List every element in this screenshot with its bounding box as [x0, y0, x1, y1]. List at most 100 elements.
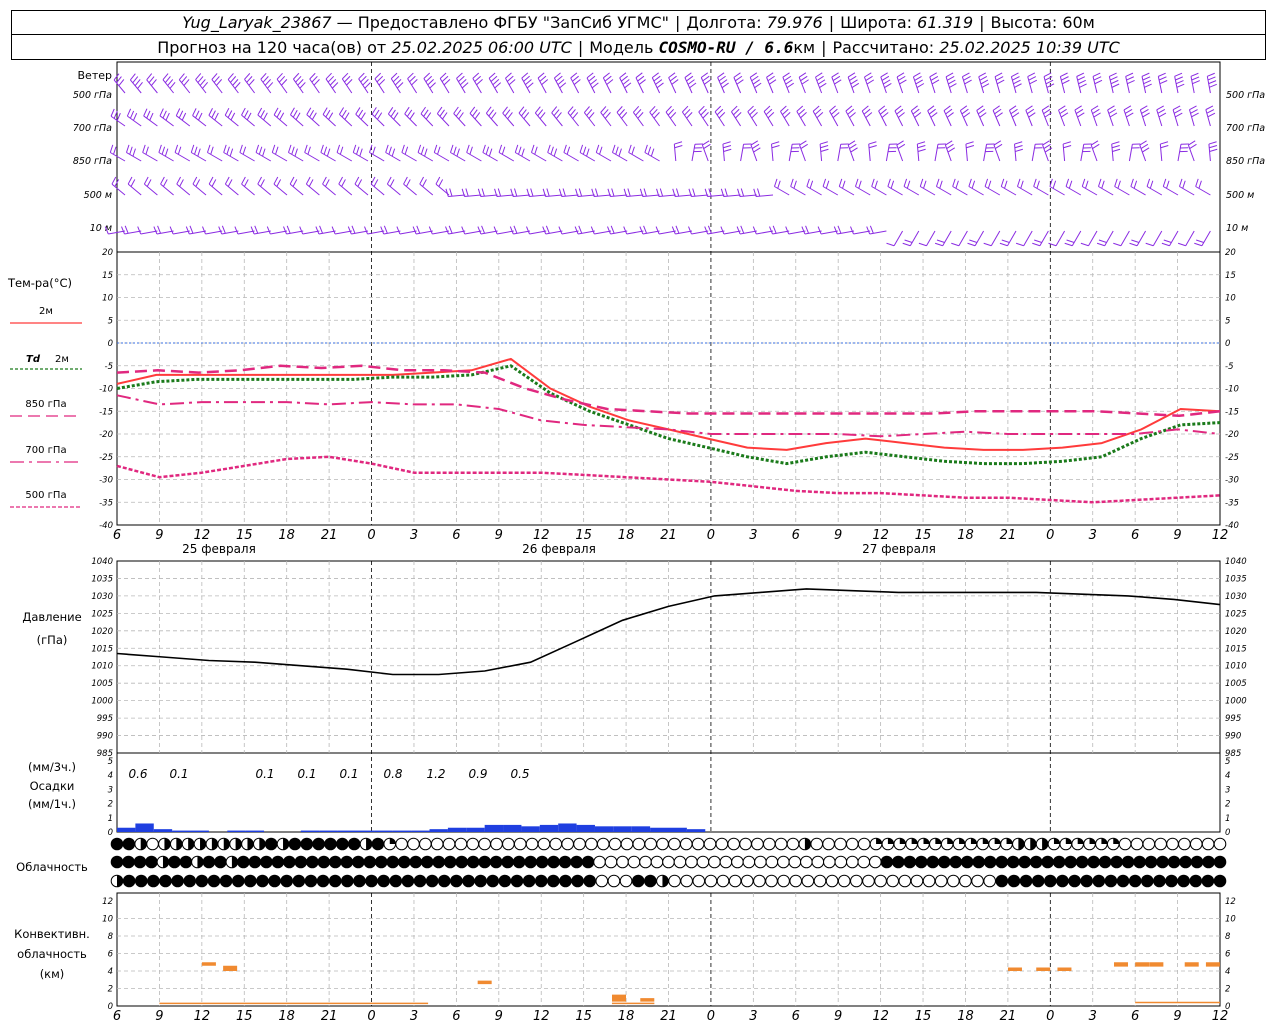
cloud-circle — [857, 855, 871, 869]
cloud-quarter — [947, 838, 954, 844]
pres-tick-right: 1030 — [1225, 592, 1247, 602]
wind-barb-500hpa — [570, 77, 580, 94]
cloud-circle — [524, 855, 537, 869]
cloud-circle — [413, 874, 427, 888]
wind-barb-500m-feather — [438, 179, 444, 187]
cloud-quarter — [935, 838, 942, 844]
cloud-circle — [983, 874, 997, 888]
wind-barb-700hpa-feather — [534, 106, 541, 114]
cloud-symbol — [513, 837, 527, 851]
wind-barb-500m — [952, 186, 968, 196]
precip-bar — [172, 830, 191, 832]
cloud-circle — [914, 855, 928, 869]
wind-barb-500m-feather — [1085, 180, 1089, 189]
wind-barb-700hpa-feather — [669, 112, 677, 119]
wind-barb-10m-feather — [850, 226, 854, 235]
temp-tick-right: -20 — [1225, 430, 1239, 440]
wind-barb-500m-feather — [1162, 178, 1167, 187]
wind-barb-500hpa-feather — [978, 72, 987, 78]
wind-barb-850hpa-feather — [372, 146, 376, 155]
wind-level-left: 10 м — [90, 223, 112, 234]
wind-barb-10m — [909, 230, 920, 246]
wind-barb-850hpa-feather — [1208, 141, 1217, 145]
wind-barb-500hpa-feather — [1012, 76, 1020, 81]
wind-barb-500hpa-feather — [195, 73, 202, 80]
wind-barb-850hpa-feather — [820, 145, 829, 149]
cloud-symbol — [593, 855, 606, 869]
cloud-quarter — [911, 838, 918, 844]
precip-bar — [521, 826, 540, 832]
temp-x-tick: 21 — [660, 528, 677, 543]
wind-barb-850hpa-feather — [1111, 145, 1120, 149]
wind-barb-850hpa-feather — [197, 148, 201, 157]
cloud-symbol — [501, 855, 514, 869]
temp-x-tick: 9 — [1173, 528, 1181, 543]
cloud-symbol — [631, 874, 645, 888]
wind-barb-850hpa-feather — [420, 146, 425, 155]
wind-barb-10m-feather — [558, 226, 563, 235]
pres-tick-left: 995 — [97, 714, 113, 724]
wind-barb-500hpa-feather — [1109, 72, 1117, 77]
wind-barb-500m-feather — [757, 188, 761, 197]
cloud-symbol — [145, 855, 158, 869]
cloud-circle — [662, 855, 675, 869]
cloud-circle — [455, 855, 468, 869]
conv-tick-right: 12 — [1225, 897, 1236, 907]
wind-barb-500hpa-feather — [749, 72, 758, 78]
wind-barb-700hpa-feather — [994, 108, 1002, 115]
wind-barb-700hpa-feather — [1026, 108, 1035, 115]
cloud-symbol — [1068, 874, 1081, 888]
wind-barb-500hpa-feather — [782, 72, 790, 78]
cloud-symbol — [156, 855, 170, 869]
wind-barb-850hpa-feather — [1209, 148, 1218, 152]
cloud-circle — [122, 874, 136, 888]
wind-barb-500hpa-feather — [635, 72, 643, 79]
cloud-symbol — [122, 874, 136, 888]
cloud-circle — [1154, 837, 1167, 851]
wind-barb-500hpa-feather — [1158, 76, 1167, 81]
cloud-symbol — [478, 837, 491, 851]
wind-barb-700hpa-feather — [698, 105, 705, 113]
wind-barb-500m-feather — [987, 180, 992, 189]
wind-barb-10m-feather — [1194, 242, 1203, 247]
wind-barb-500m — [790, 186, 806, 196]
wind-barb-850hpa — [740, 144, 745, 162]
cloud-symbol — [283, 855, 296, 869]
wind-barb-850hpa-feather — [946, 143, 954, 149]
wind-barb-700hpa-feather — [474, 112, 481, 120]
cloud-symbol — [834, 837, 847, 851]
cloud-circle — [571, 874, 584, 888]
wind-barb-500hpa-feather — [1175, 76, 1183, 81]
wind-barb-700hpa — [175, 115, 191, 127]
wind-barb-500hpa-feather — [458, 75, 465, 82]
wind-barb-700hpa-feather — [930, 112, 938, 118]
cloud-circle — [639, 855, 652, 869]
wind-barb-10m-feather — [1131, 239, 1140, 243]
cloud-symbol — [317, 855, 331, 869]
wind-barb-700hpa-feather — [881, 112, 889, 118]
wind-barb-500m — [739, 194, 757, 197]
cloud-symbol — [409, 855, 423, 869]
cloud-symbol — [443, 855, 457, 869]
wind-barb-500hpa-feather — [735, 75, 743, 82]
cloud-circle — [1177, 874, 1190, 888]
wind-barb-700hpa-feather — [1077, 112, 1085, 118]
conv-tick-left: 10 — [102, 915, 113, 925]
wind-barb-700hpa-feather — [116, 112, 121, 121]
wind-barb-700hpa-feather — [618, 109, 625, 116]
cloud-symbol — [917, 837, 930, 851]
conv-x-tick: 9 — [1173, 1009, 1181, 1024]
wind-barb-500hpa-feather — [834, 79, 842, 85]
cloud-symbol — [502, 837, 515, 851]
temp-x-tick: 3 — [749, 528, 757, 543]
cloud-circle — [960, 855, 974, 869]
wind-barb-700hpa-feather — [979, 112, 987, 118]
wind-barb-500hpa-feather — [390, 72, 398, 80]
wind-barb-500m-feather — [1133, 180, 1138, 189]
cloud-circle — [1213, 874, 1227, 888]
cloud-symbol — [442, 837, 456, 851]
precip-bar — [650, 827, 669, 832]
wind-barb-500m — [289, 183, 304, 196]
wind-barb-500m-feather — [211, 179, 217, 187]
conv-x-tick: 9 — [495, 1009, 503, 1024]
